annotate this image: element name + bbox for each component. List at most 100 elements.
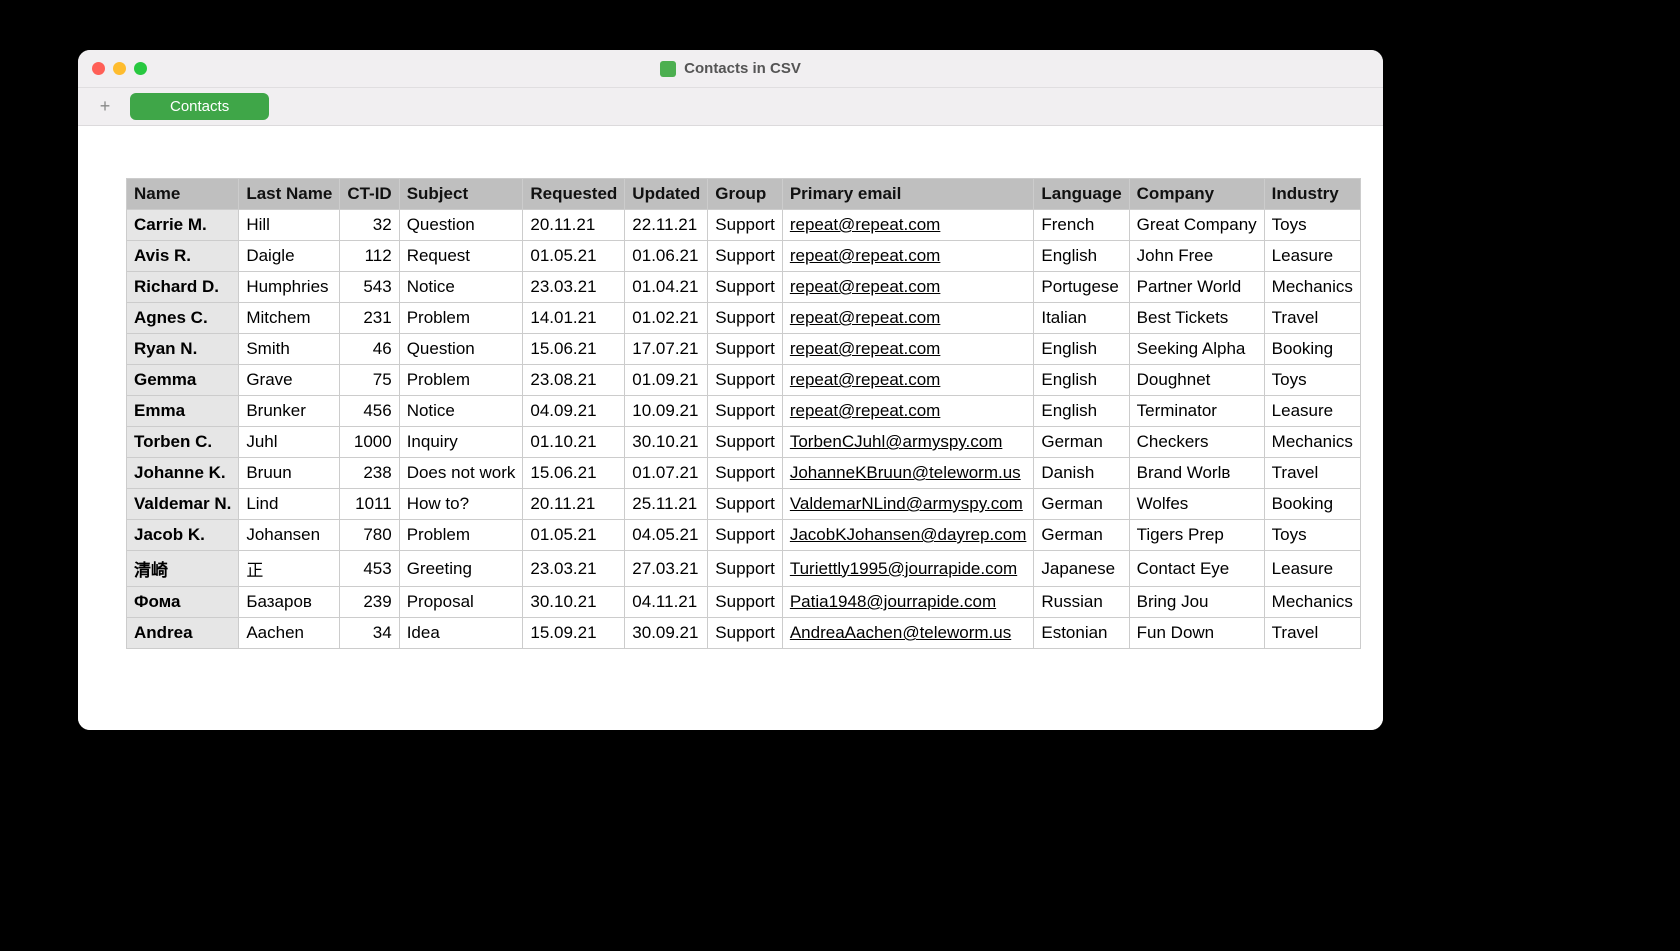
spreadsheet-canvas[interactable]: Name Last Name CT-ID Subject Requested U… — [78, 126, 1383, 730]
header-last-name[interactable]: Last Name — [239, 179, 340, 210]
cell-name[interactable]: 清崎 — [127, 551, 239, 587]
contacts-table[interactable]: Name Last Name CT-ID Subject Requested U… — [126, 178, 1361, 649]
cell-company[interactable]: Partner World — [1129, 272, 1264, 303]
cell-language[interactable]: Italian — [1034, 303, 1129, 334]
cell-group[interactable]: Support — [708, 303, 783, 334]
cell-industry[interactable]: Travel — [1264, 618, 1360, 649]
cell-updated[interactable]: 04.11.21 — [625, 587, 708, 618]
cell-requested[interactable]: 23.08.21 — [523, 365, 625, 396]
minimize-window-button[interactable] — [113, 62, 126, 75]
cell-last-name[interactable]: Bruun — [239, 458, 340, 489]
cell-requested[interactable]: 23.03.21 — [523, 551, 625, 587]
table-row[interactable]: 清崎正453Greeting23.03.2127.03.21SupportTur… — [127, 551, 1361, 587]
cell-requested[interactable]: 20.11.21 — [523, 210, 625, 241]
cell-updated[interactable]: 25.11.21 — [625, 489, 708, 520]
cell-ct-id[interactable]: 34 — [340, 618, 399, 649]
cell-last-name[interactable]: Lind — [239, 489, 340, 520]
cell-last-name[interactable]: Базаров — [239, 587, 340, 618]
cell-ct-id[interactable]: 453 — [340, 551, 399, 587]
cell-name[interactable]: Carrie M. — [127, 210, 239, 241]
header-group[interactable]: Group — [708, 179, 783, 210]
cell-primary-email[interactable]: Patia1948@jourrapide.com — [782, 587, 1034, 618]
cell-updated[interactable]: 10.09.21 — [625, 396, 708, 427]
cell-ct-id[interactable]: 46 — [340, 334, 399, 365]
email-link[interactable]: repeat@repeat.com — [790, 370, 941, 389]
cell-updated[interactable]: 01.02.21 — [625, 303, 708, 334]
cell-name[interactable]: Johanne K. — [127, 458, 239, 489]
cell-primary-email[interactable]: JacobKJohansen@dayrep.com — [782, 520, 1034, 551]
header-name[interactable]: Name — [127, 179, 239, 210]
email-link[interactable]: Turiettly1995@jourrapide.com — [790, 559, 1017, 578]
header-ct-id[interactable]: CT-ID — [340, 179, 399, 210]
cell-group[interactable]: Support — [708, 396, 783, 427]
cell-ct-id[interactable]: 456 — [340, 396, 399, 427]
cell-subject[interactable]: How to? — [399, 489, 523, 520]
fullscreen-window-button[interactable] — [134, 62, 147, 75]
cell-industry[interactable]: Mechanics — [1264, 272, 1360, 303]
cell-ct-id[interactable]: 32 — [340, 210, 399, 241]
cell-industry[interactable]: Booking — [1264, 489, 1360, 520]
cell-group[interactable]: Support — [708, 427, 783, 458]
cell-name[interactable]: Jacob K. — [127, 520, 239, 551]
cell-language[interactable]: French — [1034, 210, 1129, 241]
cell-company[interactable]: Best Tickets — [1129, 303, 1264, 334]
cell-updated[interactable]: 04.05.21 — [625, 520, 708, 551]
cell-updated[interactable]: 01.04.21 — [625, 272, 708, 303]
cell-language[interactable]: English — [1034, 365, 1129, 396]
cell-company[interactable]: Great Company — [1129, 210, 1264, 241]
table-row[interactable]: GemmaGrave75Problem23.08.2101.09.21Suppo… — [127, 365, 1361, 396]
cell-ct-id[interactable]: 231 — [340, 303, 399, 334]
cell-industry[interactable]: Mechanics — [1264, 427, 1360, 458]
cell-group[interactable]: Support — [708, 365, 783, 396]
email-link[interactable]: repeat@repeat.com — [790, 246, 941, 265]
table-row[interactable]: Jacob K.Johansen780Problem01.05.2104.05.… — [127, 520, 1361, 551]
email-link[interactable]: repeat@repeat.com — [790, 308, 941, 327]
cell-subject[interactable]: Question — [399, 334, 523, 365]
cell-last-name[interactable]: Mitchem — [239, 303, 340, 334]
cell-name[interactable]: Gemma — [127, 365, 239, 396]
cell-language[interactable]: English — [1034, 334, 1129, 365]
cell-primary-email[interactable]: repeat@repeat.com — [782, 272, 1034, 303]
header-language[interactable]: Language — [1034, 179, 1129, 210]
cell-ct-id[interactable]: 1011 — [340, 489, 399, 520]
cell-industry[interactable]: Toys — [1264, 520, 1360, 551]
cell-primary-email[interactable]: repeat@repeat.com — [782, 365, 1034, 396]
cell-requested[interactable]: 20.11.21 — [523, 489, 625, 520]
cell-company[interactable]: Brand Worlв — [1129, 458, 1264, 489]
cell-requested[interactable]: 14.01.21 — [523, 303, 625, 334]
cell-name[interactable]: Avis R. — [127, 241, 239, 272]
email-link[interactable]: Patia1948@jourrapide.com — [790, 592, 996, 611]
cell-requested[interactable]: 30.10.21 — [523, 587, 625, 618]
cell-language[interactable]: German — [1034, 489, 1129, 520]
cell-primary-email[interactable]: repeat@repeat.com — [782, 334, 1034, 365]
table-row[interactable]: EmmaBrunker456Notice04.09.2110.09.21Supp… — [127, 396, 1361, 427]
cell-last-name[interactable]: Aachen — [239, 618, 340, 649]
header-requested[interactable]: Requested — [523, 179, 625, 210]
email-link[interactable]: repeat@repeat.com — [790, 215, 941, 234]
cell-updated[interactable]: 27.03.21 — [625, 551, 708, 587]
cell-subject[interactable]: Question — [399, 210, 523, 241]
email-link[interactable]: repeat@repeat.com — [790, 401, 941, 420]
cell-industry[interactable]: Leasure — [1264, 551, 1360, 587]
cell-industry[interactable]: Travel — [1264, 458, 1360, 489]
cell-last-name[interactable]: Daigle — [239, 241, 340, 272]
header-subject[interactable]: Subject — [399, 179, 523, 210]
table-row[interactable]: Valdemar N.Lind1011How to?20.11.2125.11.… — [127, 489, 1361, 520]
cell-language[interactable]: Russian — [1034, 587, 1129, 618]
cell-primary-email[interactable]: repeat@repeat.com — [782, 396, 1034, 427]
cell-ct-id[interactable]: 543 — [340, 272, 399, 303]
table-row[interactable]: ФомаБазаров239Proposal30.10.2104.11.21Su… — [127, 587, 1361, 618]
cell-company[interactable]: Fun Down — [1129, 618, 1264, 649]
cell-name[interactable]: Andrea — [127, 618, 239, 649]
cell-industry[interactable]: Leasure — [1264, 396, 1360, 427]
cell-subject[interactable]: Notice — [399, 396, 523, 427]
cell-requested[interactable]: 04.09.21 — [523, 396, 625, 427]
cell-group[interactable]: Support — [708, 210, 783, 241]
header-company[interactable]: Company — [1129, 179, 1264, 210]
email-link[interactable]: AndreaAachen@teleworm.us — [790, 623, 1011, 642]
cell-language[interactable]: German — [1034, 520, 1129, 551]
header-updated[interactable]: Updated — [625, 179, 708, 210]
cell-industry[interactable]: Toys — [1264, 365, 1360, 396]
cell-last-name[interactable]: Smith — [239, 334, 340, 365]
cell-company[interactable]: Wolfes — [1129, 489, 1264, 520]
